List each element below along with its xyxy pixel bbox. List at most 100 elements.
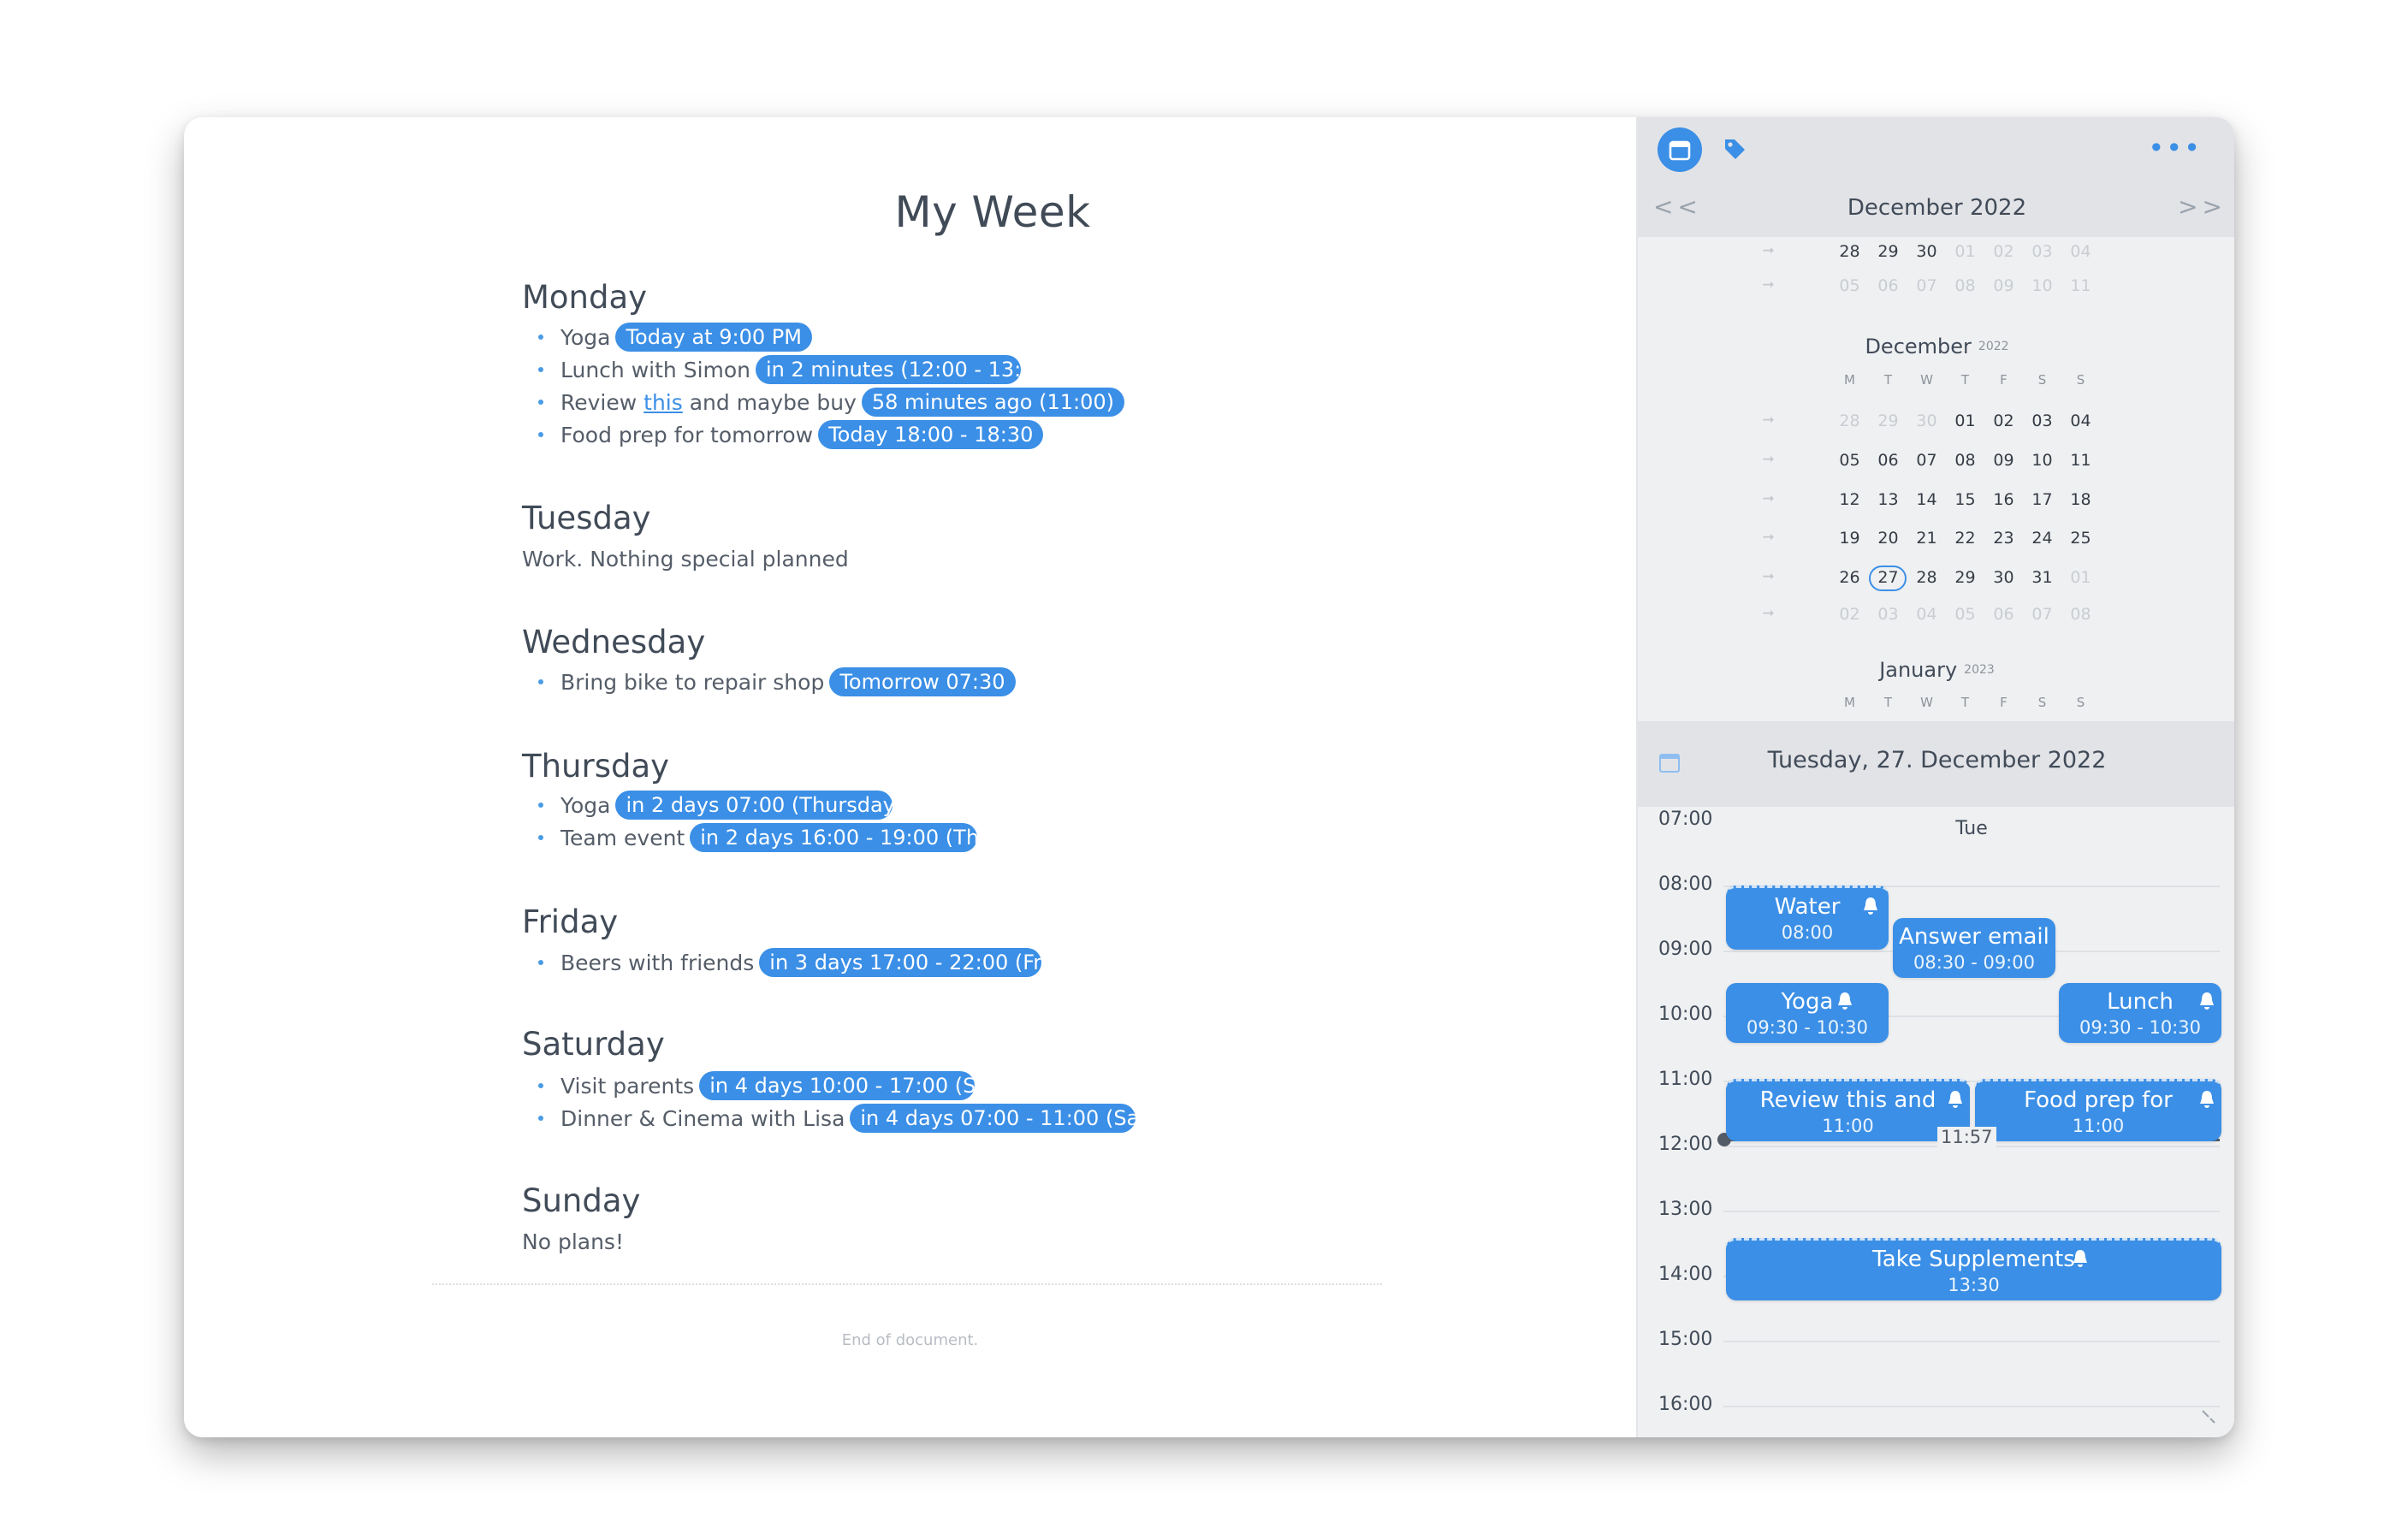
calendar-day[interactable]: 23 xyxy=(1984,529,2023,548)
calendar-day[interactable]: 28 xyxy=(1830,412,1869,430)
weekday-header: S xyxy=(2076,372,2085,388)
week-arrow-icon[interactable]: ➞ xyxy=(1749,605,1788,622)
calendar-day[interactable]: 02 xyxy=(1984,412,2023,430)
calendar-day[interactable]: 08 xyxy=(1946,276,1984,295)
calendar-day[interactable]: 21 xyxy=(1907,529,1946,548)
week-arrow-icon[interactable]: ➞ xyxy=(1749,529,1788,546)
calendar-day[interactable]: 31 xyxy=(2023,568,2061,587)
calendar-day[interactable]: 05 xyxy=(1830,276,1869,295)
calendar-day[interactable]: 20 xyxy=(1869,529,1907,548)
week-arrow-icon[interactable]: ➞ xyxy=(1749,568,1788,585)
list-item[interactable]: Beers with friends in 3 days 17:00 - 22:0… xyxy=(522,948,1042,979)
list-item[interactable]: Review this and maybe buy 58 minutes ago … xyxy=(522,388,1124,418)
calendar-day[interactable]: 09 xyxy=(1984,276,2023,295)
date-pill[interactable]: in 2 days 16:00 - 19:00 (Th xyxy=(690,823,978,852)
date-pill[interactable]: in 3 days 17:00 - 22:00 (Fri xyxy=(759,948,1042,977)
date-pill[interactable]: in 4 days 10:00 - 17:00 (Sat xyxy=(699,1071,976,1100)
calendar-day[interactable]: 18 xyxy=(2061,490,2100,509)
calendar-day[interactable]: 08 xyxy=(2061,605,2100,624)
calendar-day[interactable]: 28 xyxy=(1907,568,1946,587)
calendar-day[interactable]: 25 xyxy=(2061,529,2100,548)
calendar-day[interactable]: 09 xyxy=(1984,451,2023,470)
calendar-day[interactable]: 19 xyxy=(1830,529,1869,548)
document-pane[interactable]: My Week Monday Yoga Today at 9:00 PM Lunc… xyxy=(184,117,1636,1437)
calendar-day[interactable]: 01 xyxy=(2061,568,2100,587)
calendar-day[interactable]: 12 xyxy=(1830,490,1869,509)
next-month-button[interactable]: > > xyxy=(2178,192,2222,221)
calendar-day[interactable]: 30 xyxy=(1907,242,1946,261)
calendar-day[interactable]: 29 xyxy=(1946,568,1984,587)
calendar-day[interactable]: 02 xyxy=(1830,605,1869,624)
event-take-supplements[interactable]: Take Supplements 13:30 xyxy=(1726,1238,2221,1300)
calendar-day[interactable]: 01 xyxy=(1946,412,1984,430)
calendar-day[interactable]: 04 xyxy=(1907,605,1946,624)
calendar-day[interactable]: 02 xyxy=(1984,242,2023,261)
day-heading-tuesday: Tuesday xyxy=(522,500,651,536)
calendar-day[interactable]: 04 xyxy=(2061,242,2100,261)
calendar-day[interactable]: 03 xyxy=(1869,605,1907,624)
list-item[interactable]: Yoga in 2 days 07:00 (Thursday, xyxy=(522,791,893,821)
calendar-day[interactable]: 29 xyxy=(1869,412,1907,430)
calendar-day[interactable]: 24 xyxy=(2023,529,2061,548)
calendar-day[interactable]: 11 xyxy=(2061,276,2100,295)
calendar-day[interactable]: 07 xyxy=(1907,276,1946,295)
week-arrow-icon[interactable]: ➞ xyxy=(1749,490,1788,507)
calendar-day[interactable]: 06 xyxy=(1984,605,2023,624)
calendar-day[interactable]: 04 xyxy=(2061,412,2100,430)
list-item[interactable]: Team event in 2 days 16:00 - 19:00 (Th xyxy=(522,823,978,854)
calendar-day[interactable]: 08 xyxy=(1946,451,1984,470)
list-item[interactable]: Food prep for tomorrow Today 18:00 - 18:3… xyxy=(522,420,1044,451)
week-arrow-icon[interactable]: ➞ xyxy=(1749,451,1788,468)
date-pill[interactable]: in 2 minutes (12:00 - 13:30 xyxy=(756,355,1022,384)
event-answer-email[interactable]: Answer email 08:30 - 09:00 xyxy=(1893,918,2055,978)
date-pill[interactable]: Today at 9:00 PM xyxy=(615,323,812,352)
week-arrow-icon[interactable]: ➞ xyxy=(1749,276,1788,293)
calendar-day[interactable]: 10 xyxy=(2023,276,2061,295)
event-lunch[interactable]: Lunch 09:30 - 10:30 xyxy=(2059,983,2221,1043)
list-item[interactable]: Visit parents in 4 days 10:00 - 17:00 (Sa… xyxy=(522,1071,976,1102)
resize-handle-icon[interactable] xyxy=(2200,1408,2217,1425)
weekday-header: S xyxy=(2037,372,2047,388)
calendar-day[interactable]: 01 xyxy=(1946,242,1984,261)
event-yoga[interactable]: Yoga 09:30 - 10:30 xyxy=(1726,983,1889,1043)
event-water[interactable]: Water 08:00 xyxy=(1726,886,1889,950)
calendar-day[interactable]: 06 xyxy=(1869,276,1907,295)
calendar-day[interactable]: 17 xyxy=(2023,490,2061,509)
calendar-day[interactable]: 30 xyxy=(1907,412,1946,430)
calendar-day[interactable]: 11 xyxy=(2061,451,2100,470)
date-pill[interactable]: in 2 days 07:00 (Thursday, xyxy=(615,791,893,820)
calendar-day[interactable]: 28 xyxy=(1830,242,1869,261)
calendar-day[interactable]: 29 xyxy=(1869,242,1907,261)
week-arrow-icon[interactable]: ➞ xyxy=(1749,242,1788,259)
calendar-day[interactable]: 30 xyxy=(1984,568,2023,587)
list-item[interactable]: Bring bike to repair shop Tomorrow 07:30 xyxy=(522,667,1016,698)
calendar-day[interactable]: 05 xyxy=(1946,605,1984,624)
calendar-day[interactable]: 07 xyxy=(1907,451,1946,470)
calendar-day[interactable]: 05 xyxy=(1830,451,1869,470)
tag-icon[interactable] xyxy=(1722,136,1747,162)
date-pill[interactable]: Tomorrow 07:30 xyxy=(829,667,1016,696)
more-options-icon[interactable]: ••• xyxy=(2148,134,2202,162)
calendar-day[interactable]: 16 xyxy=(1984,490,2023,509)
calendar-day[interactable]: 22 xyxy=(1946,529,1984,548)
inline-link[interactable]: this xyxy=(643,390,683,415)
date-pill[interactable]: 58 minutes ago (11:00) xyxy=(861,388,1124,417)
calendar-day[interactable]: 10 xyxy=(2023,451,2061,470)
calendar-day[interactable]: 26 xyxy=(1830,568,1869,587)
calendar-day[interactable]: 03 xyxy=(2023,242,2061,261)
list-item[interactable]: Dinner & Cinema with Lisa in 4 days 07:00… xyxy=(522,1104,1136,1134)
list-item[interactable]: Lunch with Simon in 2 minutes (12:00 - 13… xyxy=(522,355,1022,386)
event-food-prep[interactable]: Food prep for 11:00 xyxy=(1975,1079,2221,1141)
calendar-day[interactable]: 14 xyxy=(1907,490,1946,509)
calendar-view-button[interactable] xyxy=(1658,127,1702,172)
event-review[interactable]: Review this and 11:00 xyxy=(1726,1079,1970,1141)
calendar-day[interactable]: 03 xyxy=(2023,412,2061,430)
list-item[interactable]: Yoga Today at 9:00 PM xyxy=(522,323,812,353)
week-arrow-icon[interactable]: ➞ xyxy=(1749,412,1788,429)
calendar-day[interactable]: 07 xyxy=(2023,605,2061,624)
calendar-day[interactable]: 06 xyxy=(1869,451,1907,470)
calendar-day[interactable]: 15 xyxy=(1946,490,1984,509)
date-pill[interactable]: Today 18:00 - 18:30 xyxy=(818,420,1044,449)
calendar-day[interactable]: 13 xyxy=(1869,490,1907,509)
date-pill[interactable]: in 4 days 07:00 - 11:00 (Sat xyxy=(850,1104,1136,1133)
